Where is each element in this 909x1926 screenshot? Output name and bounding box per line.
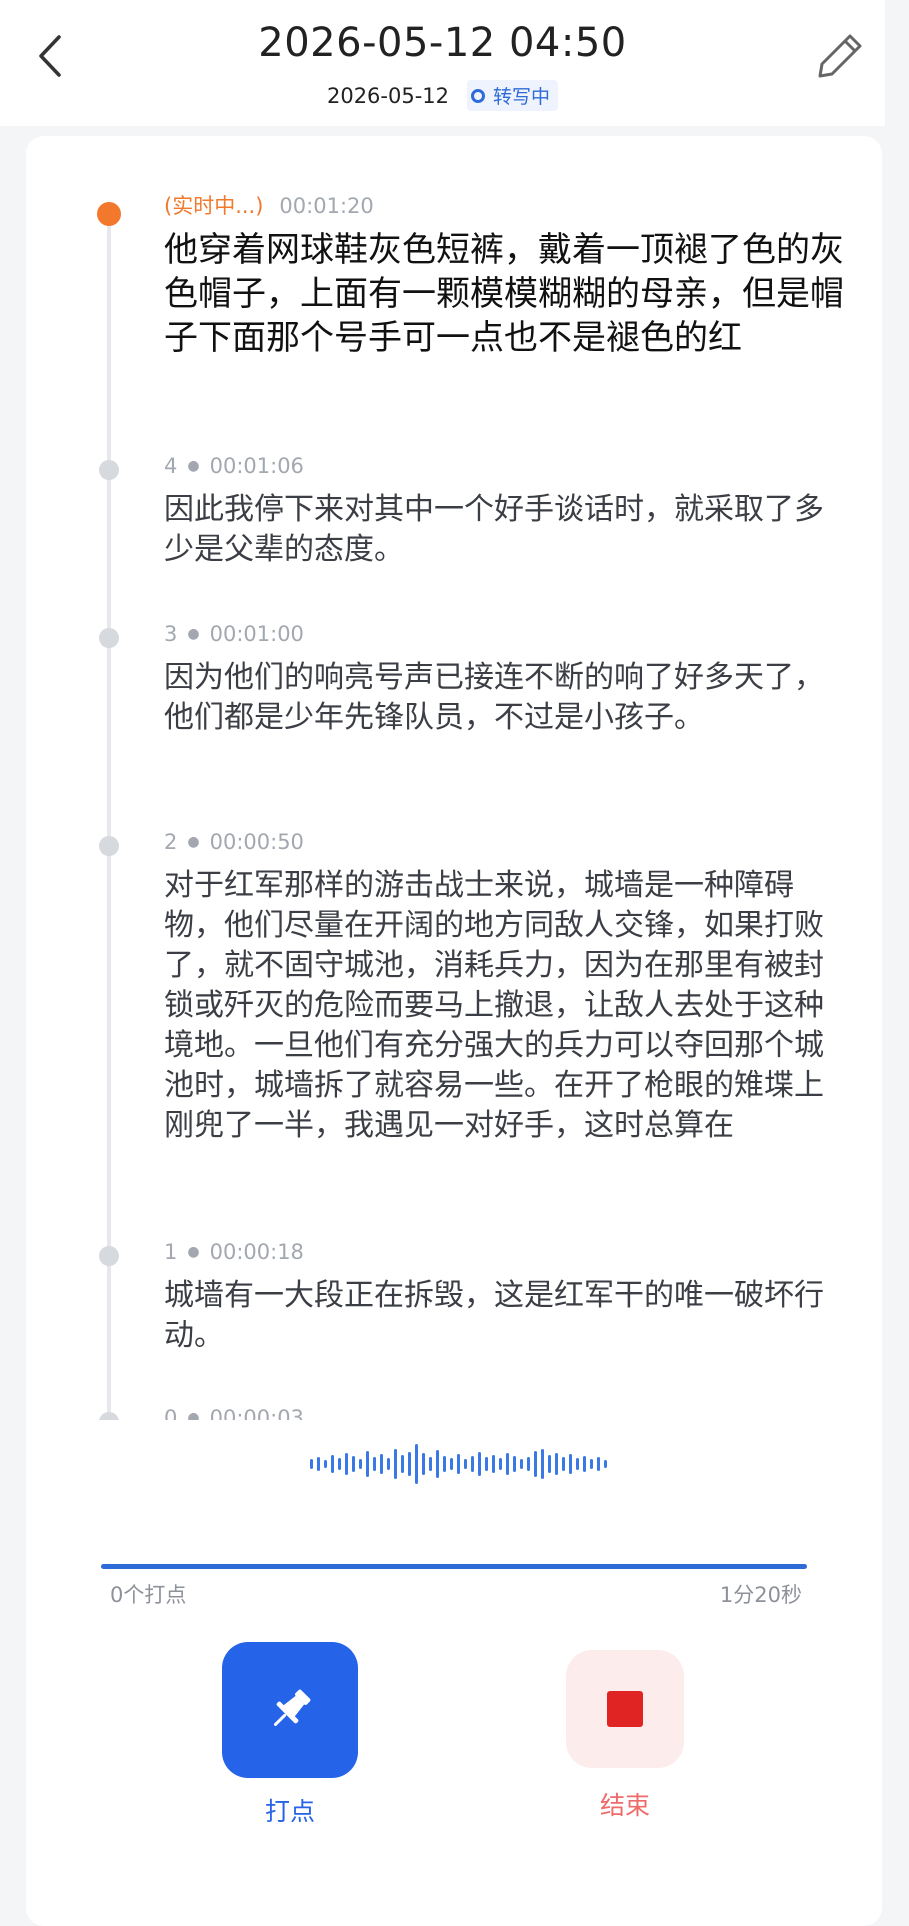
waveform-bar (331, 1455, 334, 1473)
edit-button[interactable] (810, 26, 870, 86)
entry-meta: (实时中...) 00:01:20 (164, 190, 374, 220)
waveform-bar (576, 1458, 579, 1470)
audio-waveform (310, 1440, 607, 1488)
timeline-line (107, 210, 111, 1420)
entry-meta: 0 ● 00:00:03 (164, 1406, 304, 1420)
status-badge: 转写中 (467, 80, 559, 111)
waveform-bar (310, 1459, 313, 1469)
recording-duration: 1分20秒 (719, 1583, 802, 1607)
waveform-bar (506, 1453, 509, 1475)
waveform-bar (436, 1450, 439, 1478)
waveform-bar (499, 1458, 502, 1470)
waveform-bar (464, 1459, 467, 1469)
waveform-bar (380, 1454, 383, 1474)
waveform-bar (394, 1449, 397, 1479)
transcript-card: (实时中...) 00:01:20 他穿着网球鞋灰色短裤，戴着一顶褪了色的灰色帽子… (26, 136, 882, 1926)
waveform-bar (590, 1459, 593, 1469)
waveform-bar (457, 1454, 460, 1474)
waveform-bar (527, 1457, 530, 1471)
mark-button[interactable] (222, 1642, 358, 1778)
waveform-bar (569, 1454, 572, 1474)
entry-time: 00:00:18 (209, 1240, 304, 1264)
entry-text: 他穿着网球鞋灰色短裤，戴着一顶褪了色的灰色帽子，上面有一颗模模糊糊的母亲，但是帽… (164, 230, 844, 358)
entry-index: 2 (164, 830, 178, 854)
status-text: 转写中 (493, 86, 551, 108)
waveform-bar (597, 1457, 600, 1471)
timeline-dot-icon (99, 1246, 119, 1266)
waveform-bar (429, 1457, 432, 1471)
header-subtitle: 2026-05-12 转写中 (0, 80, 885, 111)
entry-index: 1 (164, 1240, 178, 1264)
waveform-bar (555, 1453, 558, 1475)
waveform-bar (492, 1455, 495, 1473)
entry-meta: 4 ● 00:01:06 (164, 454, 304, 478)
timeline-dot-icon (99, 1412, 119, 1420)
waveform-bar (443, 1456, 446, 1472)
waveform-bar (415, 1444, 418, 1484)
entry-text: 因为他们的响亮号声已接连不断的响了好多天了，他们都是少年先锋队员，不过是小孩子。 (164, 660, 824, 735)
waveform-bar (478, 1452, 481, 1476)
waveform-bar (352, 1456, 355, 1472)
timeline-dot-icon (99, 460, 119, 480)
pushpin-icon (274, 1689, 311, 1726)
stop-button[interactable] (566, 1650, 684, 1768)
entry-meta: 2 ● 00:00:50 (164, 830, 304, 854)
waveform-bar (317, 1457, 320, 1471)
entry-text: 因此我停下来对其中一个好手谈话时，就采取了多少是父辈的态度。 (164, 492, 824, 567)
entry-time: 00:00:03 (209, 1406, 304, 1420)
recording-progress[interactable] (101, 1564, 807, 1569)
waveform-bar (373, 1457, 376, 1471)
waveform-bar (562, 1457, 565, 1471)
waveform-bar (345, 1453, 348, 1475)
waveform-bar (366, 1451, 369, 1477)
waveform-bar (471, 1456, 474, 1472)
waveform-bar (324, 1460, 327, 1468)
waveform-bar (450, 1458, 453, 1470)
waveform-bar (520, 1459, 523, 1469)
live-tag: (实时中...) (164, 194, 264, 218)
entry-index: 0 (164, 1406, 178, 1420)
timeline-dot-icon (99, 628, 119, 648)
waveform-bar (485, 1457, 488, 1471)
recording-date: 2026-05-12 (326, 83, 450, 108)
mark-button-label[interactable]: 打点 (222, 1792, 358, 1828)
entry-time: 00:01:00 (209, 622, 304, 646)
waveform-bar (408, 1452, 411, 1476)
page-title: 2026-05-12 04:50 (258, 20, 627, 66)
stop-button-label[interactable]: 结束 (566, 1786, 684, 1822)
top-bar: 2026-05-12 04:50 2026-05-12 转写中 (0, 0, 885, 126)
timeline-dot-icon (99, 836, 119, 856)
waveform-bar (387, 1458, 390, 1470)
waveform-bar (548, 1455, 551, 1473)
waveform-bar (541, 1449, 544, 1479)
waveform-bar (513, 1456, 516, 1472)
mark-count: 0个打点 (110, 1583, 187, 1607)
transcript-timeline[interactable]: (实时中...) 00:01:20 他穿着网球鞋灰色短裤，戴着一顶褪了色的灰色帽子… (26, 136, 882, 1420)
waveform-bar (534, 1451, 537, 1477)
entry-text: 对于红军那样的游击战士来说，城墙是一种障碍物，他们尽量在开阔的地方同敌人交锋，如… (164, 868, 824, 1143)
entry-index: 4 (164, 454, 178, 478)
live-dot-icon (97, 202, 121, 226)
waveform-bar (583, 1456, 586, 1472)
stop-square-icon (607, 1691, 643, 1727)
entry-text: 城墙有一大段正在拆毁，这是红军干的唯一破坏行动。 (164, 1278, 824, 1353)
entry-index: 3 (164, 622, 178, 646)
entry-meta: 1 ● 00:00:18 (164, 1240, 304, 1264)
pencil-icon (818, 34, 862, 78)
recording-progress-fill (101, 1564, 807, 1569)
entry-meta: 3 ● 00:01:00 (164, 622, 304, 646)
waveform-bar (401, 1455, 404, 1473)
entry-time: 00:01:20 (279, 194, 374, 218)
waveform-bar (422, 1453, 425, 1475)
waveform-bar (338, 1458, 341, 1470)
entry-time: 00:00:50 (209, 830, 304, 854)
waveform-bar (604, 1460, 607, 1468)
status-dot-icon (471, 88, 486, 103)
entry-time: 00:01:06 (209, 454, 304, 478)
waveform-bar (359, 1459, 362, 1469)
